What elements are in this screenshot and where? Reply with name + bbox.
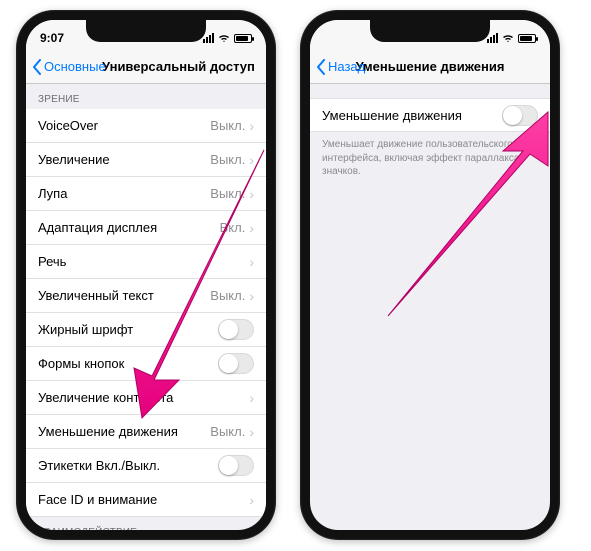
phone-right: Назад Уменьшение движения Уменьшение дви… (300, 10, 560, 540)
row-label: Жирный шрифт (38, 322, 133, 337)
row-faceid[interactable]: Face ID и внимание › (26, 483, 266, 517)
row-label: Уменьшение движения (322, 108, 462, 123)
row-label: Этикетки Вкл./Выкл. (38, 458, 160, 473)
row-label: Увеличение (38, 152, 110, 167)
row-value: Выкл. (210, 118, 245, 133)
row-bold-text[interactable]: Жирный шрифт (26, 313, 266, 347)
row-button-shapes[interactable]: Формы кнопок (26, 347, 266, 381)
battery-icon (518, 34, 536, 43)
row-reduce-motion-main[interactable]: Уменьшение движения (310, 98, 550, 132)
row-label: Речь (38, 254, 66, 269)
chevron-right-icon: › (249, 289, 254, 303)
battery-icon (234, 34, 252, 43)
chevron-right-icon: › (249, 187, 254, 201)
chevron-right-icon: › (249, 153, 254, 167)
row-magnifier[interactable]: Лупа Выкл. › (26, 177, 266, 211)
chevron-right-icon: › (249, 255, 254, 269)
row-label: Face ID и внимание (38, 492, 157, 507)
row-value: Выкл. (210, 424, 245, 439)
notch (370, 20, 490, 42)
row-label: Уменьшение движения (38, 424, 178, 439)
status-time: 9:07 (40, 31, 64, 45)
chevron-left-icon (32, 59, 42, 75)
status-icons (203, 33, 252, 43)
row-label: Адаптация дисплея (38, 220, 157, 235)
back-button[interactable]: Назад (316, 59, 365, 75)
content: ЗРЕНИЕ VoiceOver Выкл. › Увеличение Выкл.… (26, 84, 266, 530)
row-zoom[interactable]: Увеличение Выкл. › (26, 143, 266, 177)
row-display-accom[interactable]: Адаптация дисплея Вкл.› (26, 211, 266, 245)
row-increase-contrast[interactable]: Увеличение контраста › (26, 381, 266, 415)
chevron-right-icon: › (249, 425, 254, 439)
row-voiceover[interactable]: VoiceOver Выкл. › (26, 109, 266, 143)
back-button[interactable]: Основные (32, 59, 106, 75)
row-label: Формы кнопок (38, 356, 124, 371)
screen-left: 9:07 Основные Универсальный доступ ЗРЕНИ… (26, 20, 266, 530)
row-label: Лупа (38, 186, 67, 201)
screen-right: Назад Уменьшение движения Уменьшение дви… (310, 20, 550, 530)
row-value: Выкл. (210, 288, 245, 303)
row-larger-text[interactable]: Увеличенный текст Выкл. › (26, 279, 266, 313)
chevron-right-icon: › (249, 221, 254, 235)
chevron-right-icon: › (249, 493, 254, 507)
footer-note: Уменьшает движение пользовательского инт… (310, 132, 550, 185)
back-label: Основные (44, 59, 106, 74)
notch (86, 20, 206, 42)
section-interaction: ВЗАИМОДЕЙСТВИЕ (26, 517, 266, 530)
content: Уменьшение движения Уменьшает движение п… (310, 84, 550, 185)
phone-left: 9:07 Основные Универсальный доступ ЗРЕНИ… (16, 10, 276, 540)
row-value: Вкл. (220, 220, 246, 235)
row-label: Увеличенный текст (38, 288, 154, 303)
chevron-right-icon: › (249, 119, 254, 133)
signal-icon (487, 33, 498, 43)
wifi-icon (218, 33, 230, 43)
toggle[interactable] (218, 319, 254, 340)
row-reduce-motion[interactable]: Уменьшение движения Выкл. › (26, 415, 266, 449)
row-onoff-labels[interactable]: Этикетки Вкл./Выкл. (26, 449, 266, 483)
nav-bar: Основные Универсальный доступ (26, 50, 266, 84)
section-vision: ЗРЕНИЕ (26, 84, 266, 109)
wifi-icon (502, 33, 514, 43)
row-value: Выкл. (210, 152, 245, 167)
row-value: Выкл. (210, 186, 245, 201)
chevron-right-icon: › (249, 391, 254, 405)
toggle[interactable] (218, 455, 254, 476)
row-speech[interactable]: Речь › (26, 245, 266, 279)
status-icons (487, 33, 536, 43)
back-label: Назад (328, 59, 365, 74)
toggle[interactable] (218, 353, 254, 374)
row-label: VoiceOver (38, 118, 98, 133)
signal-icon (203, 33, 214, 43)
chevron-left-icon (316, 59, 326, 75)
toggle[interactable] (502, 105, 538, 126)
nav-bar: Назад Уменьшение движения (310, 50, 550, 84)
row-label: Увеличение контраста (38, 390, 173, 405)
